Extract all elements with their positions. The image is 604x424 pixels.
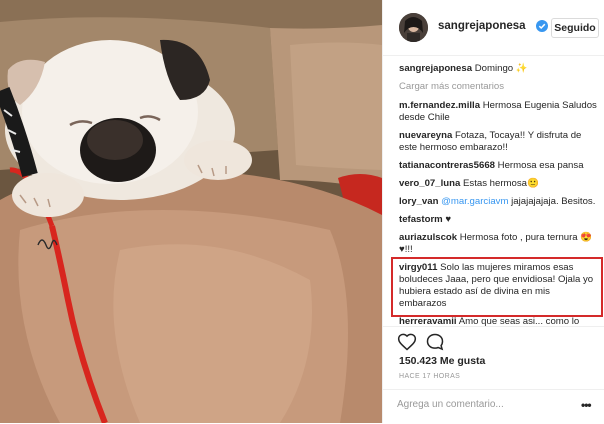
comment-item: nuevareyna Fotaza, Tocaya!! Y disfruta d…	[399, 130, 597, 154]
comment-username[interactable]: tatianacontreras5668	[399, 160, 495, 171]
photo-illustration	[0, 0, 382, 423]
comment-mention-link[interactable]: @mar.garciavm	[441, 196, 508, 207]
more-options-icon[interactable]: •••	[581, 398, 592, 412]
instagram-post-view: sangrejaponesa Seguido sangrejaponesa Do…	[0, 0, 604, 423]
comment-username[interactable]: tefastorm	[399, 214, 443, 225]
comment-text: Hermosa esa pansa	[497, 160, 584, 171]
highlight-annotation-box	[391, 257, 603, 317]
comment-text: ♥	[445, 214, 452, 225]
comment-username[interactable]: nuevareyna	[399, 130, 452, 141]
comment-icon[interactable]	[425, 332, 445, 352]
caption: sangrejaponesa Domingo ✨	[399, 63, 597, 75]
comment-item: auriazulscok Hermosa foto , pura ternura…	[399, 232, 597, 256]
likes-count[interactable]: 150.423 Me gusta	[399, 355, 485, 367]
comment-item: vero_07_luna Estas hermosa🙂	[399, 178, 597, 190]
comment-item: tefastorm ♥	[399, 214, 597, 226]
post-side-panel: sangrejaponesa Seguido sangrejaponesa Do…	[382, 0, 604, 423]
post-timestamp: HACE 17 HORAS	[399, 373, 461, 380]
post-photo[interactable]	[0, 0, 382, 423]
caption-username[interactable]: sangrejaponesa	[399, 63, 472, 74]
comment-username[interactable]: auriazulscok	[399, 232, 457, 243]
avatar-image	[399, 13, 428, 42]
comment-text: Estas hermosa🙂	[463, 178, 539, 189]
heart-icon[interactable]	[397, 332, 417, 352]
caption-text: Domingo ✨	[474, 63, 528, 74]
post-actions-bar	[383, 326, 604, 357]
comment-item: tatianacontreras5668 Hermosa esa pansa	[399, 160, 597, 172]
verified-badge-icon	[536, 20, 548, 32]
avatar[interactable]	[399, 13, 428, 42]
follow-button[interactable]: Seguido	[551, 18, 599, 38]
comment-item: lory_van @mar.garciavm jajajajajaja. Bes…	[399, 196, 597, 208]
comment-username[interactable]: vero_07_luna	[399, 178, 460, 189]
load-more-comments-link[interactable]: Cargar más comentarios	[399, 81, 597, 93]
username[interactable]: sangrejaponesa	[438, 20, 526, 32]
comment-username[interactable]: lory_van	[399, 196, 438, 207]
comments-list: sangrejaponesa Domingo ✨ Cargar más come…	[391, 63, 603, 334]
comment-username[interactable]: m.fernandez.milla	[399, 100, 480, 111]
post-header: sangrejaponesa Seguido	[383, 0, 604, 56]
add-comment-input[interactable]	[397, 399, 577, 410]
comment-item: m.fernandez.milla Hermosa Eugenia Saludo…	[399, 100, 597, 124]
add-comment-bar: •••	[383, 389, 604, 424]
comment-text: jajajajajaja. Besitos.	[511, 196, 596, 207]
